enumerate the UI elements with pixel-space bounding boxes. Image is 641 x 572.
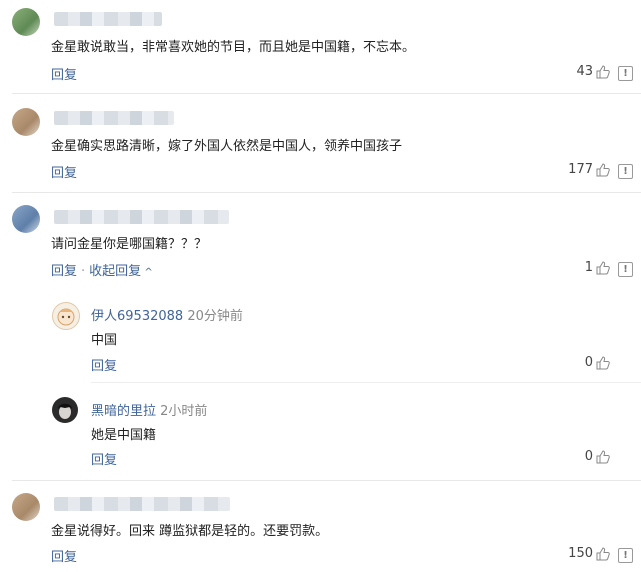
avatar[interactable] <box>52 397 78 423</box>
comment-text: 金星确实思路清晰，嫁了外国人依然是中国人，领养中国孩子 <box>51 139 403 154</box>
reply-button[interactable]: 回复 <box>91 449 117 468</box>
avatar[interactable] <box>12 108 40 136</box>
divider <box>12 192 641 193</box>
like-button[interactable]: 177 <box>568 162 610 177</box>
reply-button[interactable]: 回复 <box>51 264 77 279</box>
blurred-username <box>54 12 162 26</box>
blurred-username <box>54 210 229 224</box>
report-icon[interactable]: ! <box>618 164 633 179</box>
sub-reply-text: 中国 <box>91 333 118 348</box>
avatar[interactable] <box>12 493 40 521</box>
reply-button[interactable]: 回复 <box>51 64 77 83</box>
like-button[interactable]: 43 <box>576 64 610 79</box>
like-count: 150 <box>568 546 593 561</box>
like-button[interactable]: 1 <box>585 260 610 275</box>
like-button[interactable]: 150 <box>568 546 610 561</box>
like-button[interactable]: 0 <box>585 449 610 464</box>
reply-button[interactable]: 回复 <box>91 355 117 374</box>
sub-reply-text: 她是中国籍 <box>91 428 157 443</box>
username[interactable]: 黑暗的里拉 <box>91 404 156 419</box>
divider <box>12 93 641 94</box>
thumbs-up-icon <box>596 355 610 369</box>
like-count: 0 <box>584 449 593 464</box>
like-count: 1 <box>584 260 593 275</box>
thumbs-up-icon <box>596 449 610 463</box>
report-icon[interactable]: ! <box>618 548 633 563</box>
thumbs-up-icon <box>596 64 610 78</box>
avatar[interactable] <box>52 302 80 330</box>
avatar[interactable] <box>12 8 40 36</box>
report-icon[interactable]: ! <box>618 66 633 81</box>
comment-text: 请问金星你是哪国籍？？？ <box>51 237 208 252</box>
divider <box>91 382 641 383</box>
reply-button[interactable]: 回复 <box>51 546 77 565</box>
username[interactable]: 伊人69532088 <box>91 309 183 324</box>
chevron-up-icon[interactable]: ^ <box>141 267 152 278</box>
like-count: 177 <box>568 162 593 177</box>
comment-text: 金星说得好。回来 蹲监狱都是轻的。还要罚款。 <box>51 524 329 539</box>
avatar[interactable] <box>12 205 40 233</box>
report-icon[interactable]: ! <box>618 262 633 277</box>
reply-actions: 回复 · 收起回复 ^ <box>51 264 153 279</box>
timestamp: 2小时前 <box>160 404 208 419</box>
blurred-username <box>54 111 174 125</box>
blurred-username <box>54 497 230 511</box>
thumbs-up-icon <box>596 162 610 176</box>
thumbs-up-icon <box>596 546 610 560</box>
like-count: 0 <box>584 355 593 370</box>
thumbs-up-icon <box>596 260 610 274</box>
collapse-replies-button[interactable]: 收起回复 <box>89 264 141 279</box>
like-count: 43 <box>576 64 593 79</box>
comment-text: 金星敢说敢当，非常喜欢她的节目，而且她是中国籍，不忘本。 <box>51 40 416 55</box>
divider <box>12 480 641 481</box>
sub-reply-author[interactable]: 黑暗的里拉 2小时前 <box>91 400 207 419</box>
sub-reply-author[interactable]: 伊人69532088 20分钟前 <box>91 305 243 324</box>
timestamp: 20分钟前 <box>187 309 243 324</box>
like-button[interactable]: 0 <box>585 355 610 370</box>
reply-button[interactable]: 回复 <box>51 162 77 181</box>
